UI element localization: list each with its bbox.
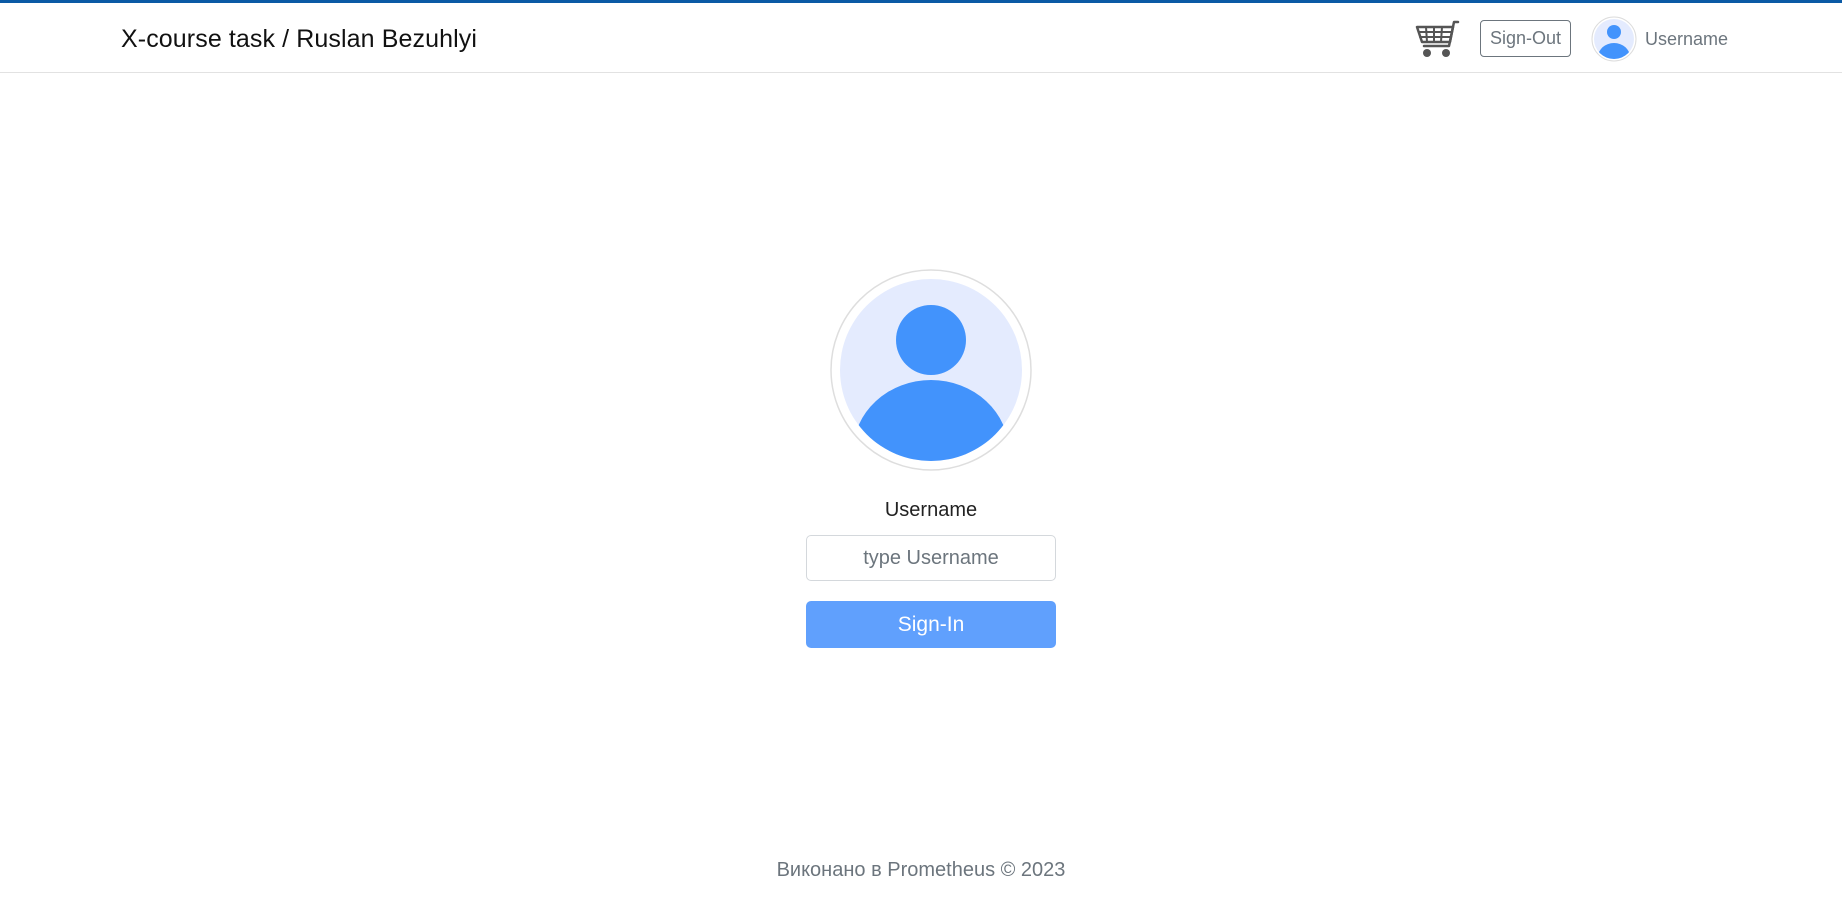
user-avatar-icon bbox=[830, 269, 1032, 471]
site-header: X-course task / Ruslan Bezuhlyi Sign-Out bbox=[0, 3, 1842, 73]
sign-in-button[interactable]: Sign-In bbox=[806, 601, 1056, 648]
sign-out-button[interactable]: Sign-Out bbox=[1480, 20, 1571, 57]
footer-credit: Виконано в Prometheus © 2023 bbox=[776, 859, 1066, 881]
shopping-cart-icon[interactable] bbox=[1414, 19, 1462, 61]
brand-title[interactable]: X-course task / Ruslan Bezuhlyi bbox=[121, 25, 477, 54]
user-avatar-icon[interactable] bbox=[1591, 16, 1637, 62]
shopping-cart-icon-svg bbox=[1415, 20, 1460, 57]
username-input[interactable] bbox=[806, 535, 1056, 581]
username-label: Username bbox=[884, 499, 978, 521]
header-username: Username bbox=[1645, 29, 1729, 49]
